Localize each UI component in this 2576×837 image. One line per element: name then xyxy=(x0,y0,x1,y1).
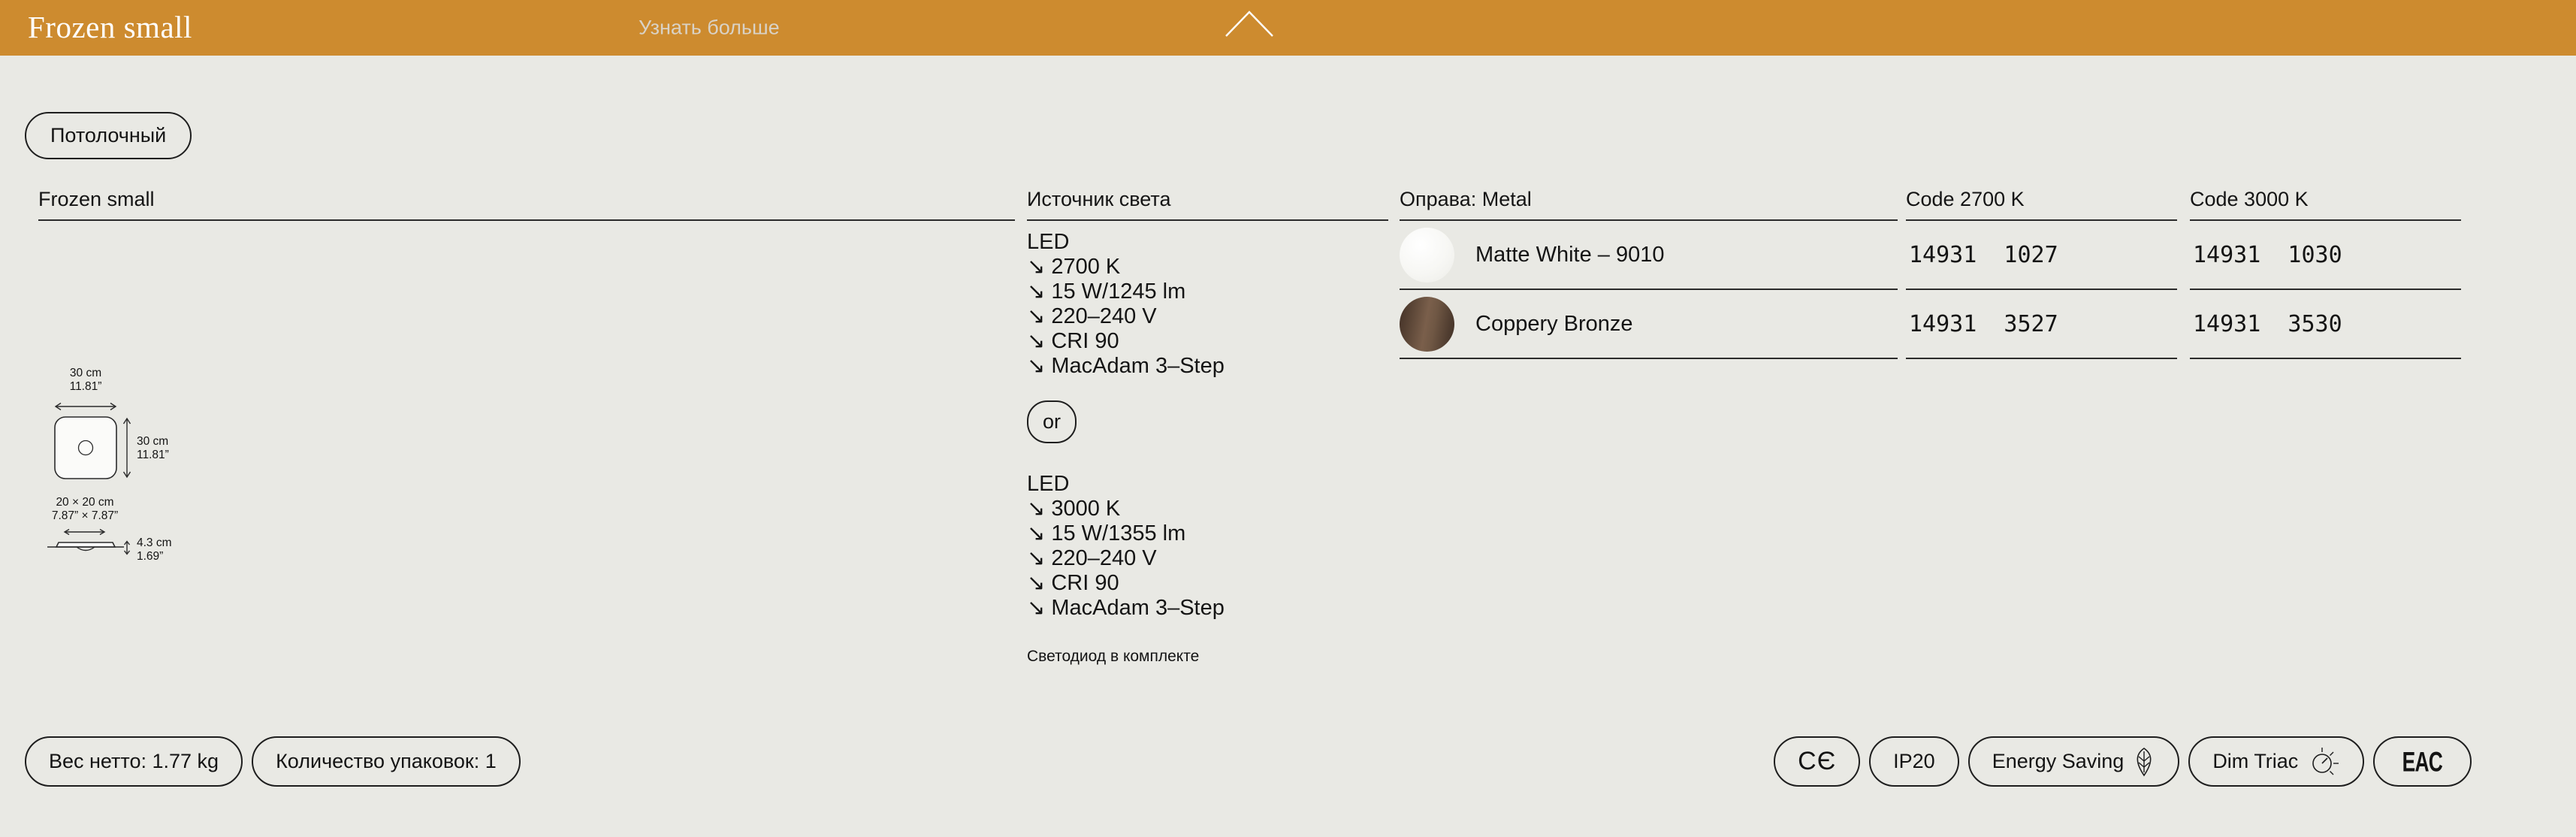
product-code: 14931 1027 xyxy=(1906,221,2177,290)
product-code: 14931 3530 xyxy=(2190,290,2461,359)
top-bar: Frozen small Узнать больше xyxy=(0,0,2576,56)
column-code-3000: Code 3000 K 14931 103014931 3530 xyxy=(2190,189,2461,359)
column-code-3000-header: Code 3000 K xyxy=(2190,189,2461,221)
spec-line: ↘ CRI 90 xyxy=(1027,329,1388,354)
led-included-note: Светодиод в комплекте xyxy=(1027,648,1388,666)
finish-label: Coppery Bronze xyxy=(1475,312,1633,337)
page-title: Frozen small xyxy=(28,9,192,45)
learn-more-link[interactable]: Узнать больше xyxy=(639,17,780,40)
net-weight-pill: Вес нетто: 1.77 kg xyxy=(25,736,243,787)
column-product: Frozen small xyxy=(38,189,1015,221)
spec-line: ↘ 15 W/1245 lm xyxy=(1027,280,1388,304)
spec-line: ↘ MacAdam 3–Step xyxy=(1027,354,1388,379)
led-option-3000: LED↘ 3000 K↘ 15 W/1355 lm↘ 220–240 V↘ CR… xyxy=(1027,472,1388,621)
diagram-depth-cm: 4.3 cm xyxy=(137,536,172,549)
footer-info: Вес нетто: 1.77 kg Количество упаковок: … xyxy=(25,736,521,787)
spec-line: ↘ 220–240 V xyxy=(1027,546,1388,571)
diagram-width-in: 11.81” xyxy=(70,380,102,393)
finish-swatch xyxy=(1400,228,1454,283)
finish-label: Matte White – 9010 xyxy=(1475,243,1664,267)
ce-mark: CЄ xyxy=(1774,736,1860,787)
diagram-cutout-in: 7.87” × 7.87” xyxy=(52,509,118,522)
product-spec-page: Frozen small Узнать больше Потолочный Fr… xyxy=(0,0,2576,837)
footer-certifications: CЄ IP20 Energy Saving Dim Triac EAC xyxy=(1774,736,2472,787)
spec-line: LED xyxy=(1027,472,1388,497)
or-separator-pill: or xyxy=(1027,400,1077,443)
column-frame-header: Оправа: Metal xyxy=(1400,189,1898,221)
spec-line: ↘ MacAdam 3–Step xyxy=(1027,596,1388,621)
spec-line: ↘ 15 W/1355 lm xyxy=(1027,521,1388,546)
column-frame: Оправа: Metal Matte White – 9010 Coppery… xyxy=(1400,189,1898,359)
finish-row: Coppery Bronze xyxy=(1400,290,1898,359)
column-light-source-header: Источник света xyxy=(1027,189,1388,221)
chevron-up-icon[interactable] xyxy=(1223,8,1276,39)
diagram-depth-in: 1.69” xyxy=(137,550,163,563)
spec-line: ↘ 3000 K xyxy=(1027,497,1388,521)
diagram-front-view xyxy=(55,417,116,479)
spec-line: ↘ 220–240 V xyxy=(1027,304,1388,329)
column-light-source: Источник света LED↘ 2700 K↘ 15 W/1245 lm… xyxy=(1027,189,1388,666)
dim-triac-label: Dim Triac xyxy=(2212,750,2298,773)
code-3000-list: 14931 103014931 3530 xyxy=(2190,221,2461,359)
diagram-cutout-cm: 20 × 20 cm xyxy=(56,496,113,509)
package-count-pill: Количество упаковок: 1 xyxy=(252,736,521,787)
column-code-2700-header: Code 2700 K xyxy=(1906,189,2177,221)
energy-saving-label: Energy Saving xyxy=(1992,750,2125,773)
diagram-width-cm: 30 cm xyxy=(70,367,101,379)
finish-list: Matte White – 9010 Coppery Bronze xyxy=(1400,221,1898,359)
diagram-height-in: 11.81” xyxy=(137,449,169,461)
eac-mark: EAC xyxy=(2373,736,2472,787)
product-code: 14931 3527 xyxy=(1906,290,2177,359)
leaf-icon xyxy=(2133,747,2155,777)
spec-line: ↘ 2700 K xyxy=(1027,255,1388,280)
energy-saving-badge: Energy Saving xyxy=(1968,736,2180,787)
spec-line: LED xyxy=(1027,230,1388,255)
spec-line: ↘ CRI 90 xyxy=(1027,571,1388,596)
filter-ceiling-button[interactable]: Потолочный xyxy=(25,112,192,159)
dimension-diagram: 30 cm 11.81” 30 cm 11.81” 20 × 20 cm 7.8… xyxy=(38,363,234,573)
diagram-height-cm: 30 cm xyxy=(137,435,168,448)
finish-swatch xyxy=(1400,297,1454,352)
ip20-badge: IP20 xyxy=(1869,736,1959,787)
dim-triac-badge: Dim Triac xyxy=(2188,736,2364,787)
code-2700-list: 14931 102714931 3527 xyxy=(1906,221,2177,359)
diagram-side-view xyxy=(56,542,115,547)
column-code-2700: Code 2700 K 14931 102714931 3527 xyxy=(1906,189,2177,359)
column-product-header: Frozen small xyxy=(38,189,1015,221)
product-code: 14931 1030 xyxy=(2190,221,2461,290)
led-option-2700: LED↘ 2700 K↘ 15 W/1245 lm↘ 220–240 V↘ CR… xyxy=(1027,230,1388,379)
dimmer-icon xyxy=(2307,745,2340,778)
finish-row: Matte White – 9010 xyxy=(1400,221,1898,290)
